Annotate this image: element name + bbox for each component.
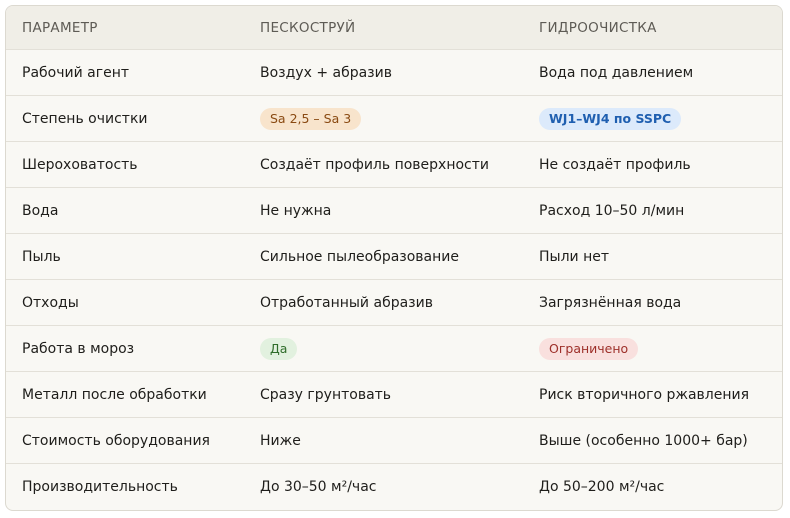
header-parameter: ПАРАМЕТР <box>22 19 98 36</box>
table-row: Металл после обработки Сразу грунтовать … <box>6 371 782 417</box>
row-hydroblast-value: Риск вторичного ржавления <box>539 386 750 403</box>
table-row: Работа в мороз Да Ограничено <box>6 325 782 371</box>
header-hydroblast: ГИДРООЧИСТКА <box>539 19 657 36</box>
row-parameter: Производительность <box>22 478 178 495</box>
row-sandblast-value: Не нужна <box>260 202 332 219</box>
row-parameter: Вода <box>22 202 59 219</box>
row-hydroblast-value: Выше (особенно 1000+ бар) <box>539 432 748 449</box>
row-parameter: Степень очистки <box>22 110 148 127</box>
row-parameter: Работа в мороз <box>22 340 135 357</box>
comparison-table: ПАРАМЕТР ПЕСКОСТРУЙ ГИДРООЧИСТКА Рабочий… <box>5 5 783 511</box>
row-hydroblast-value: Расход 10–50 л/мин <box>539 202 685 219</box>
row-parameter: Рабочий агент <box>22 64 129 81</box>
row-parameter: Отходы <box>22 294 79 311</box>
row-sandblast-value: Сразу грунтовать <box>260 386 392 403</box>
table-row: Отходы Отработанный абразив Загрязнённая… <box>6 279 782 325</box>
table-row: Пыль Сильное пылеобразование Пыли нет <box>6 233 782 279</box>
row-hydroblast-value: Загрязнённая вода <box>539 294 682 311</box>
row-sandblast-value: Воздух + абразив <box>260 64 392 81</box>
row-parameter: Металл после обработки <box>22 386 207 403</box>
cleaning-grade-badge: Sa 2,5 – Sa 3 <box>260 107 362 130</box>
table-row: Производительность До 30–50 м²/час До 50… <box>6 463 782 509</box>
limited-badge: Ограничено <box>539 337 639 360</box>
row-hydroblast-value: WJ1–WJ4 по SSPC <box>539 96 682 141</box>
row-hydroblast-value: Вода под давлением <box>539 64 694 81</box>
row-sandblast-value: Отработанный абразив <box>260 294 433 311</box>
row-parameter: Пыль <box>22 248 61 265</box>
row-sandblast-value: Sa 2,5 – Sa 3 <box>260 96 362 141</box>
table-header: ПАРАМЕТР ПЕСКОСТРУЙ ГИДРООЧИСТКА <box>6 6 782 49</box>
table-row: Шероховатость Создаёт профиль поверхност… <box>6 141 782 187</box>
yes-badge: Да <box>260 337 298 360</box>
table-row: Стоимость оборудования Ниже Выше (особен… <box>6 417 782 463</box>
cleaning-grade-badge: WJ1–WJ4 по SSPC <box>539 107 682 130</box>
row-hydroblast-value: Не создаёт профиль <box>539 156 691 173</box>
row-parameter: Стоимость оборудования <box>22 432 210 449</box>
row-hydroblast-value: Ограничено <box>539 326 639 371</box>
row-sandblast-value: Да <box>260 326 298 371</box>
row-sandblast-value: Ниже <box>260 432 301 449</box>
table-row: Вода Не нужна Расход 10–50 л/мин <box>6 187 782 233</box>
row-hydroblast-value: Пыли нет <box>539 248 609 265</box>
row-sandblast-value: Сильное пылеобразование <box>260 248 459 265</box>
table-row: Рабочий агент Воздух + абразив Вода под … <box>6 49 782 95</box>
header-sandblast: ПЕСКОСТРУЙ <box>260 19 356 36</box>
row-hydroblast-value: До 50–200 м²/час <box>539 478 665 495</box>
table-row: Степень очистки Sa 2,5 – Sa 3 WJ1–WJ4 по… <box>6 95 782 141</box>
row-parameter: Шероховатость <box>22 156 138 173</box>
row-sandblast-value: До 30–50 м²/час <box>260 478 377 495</box>
row-sandblast-value: Создаёт профиль поверхности <box>260 156 490 173</box>
